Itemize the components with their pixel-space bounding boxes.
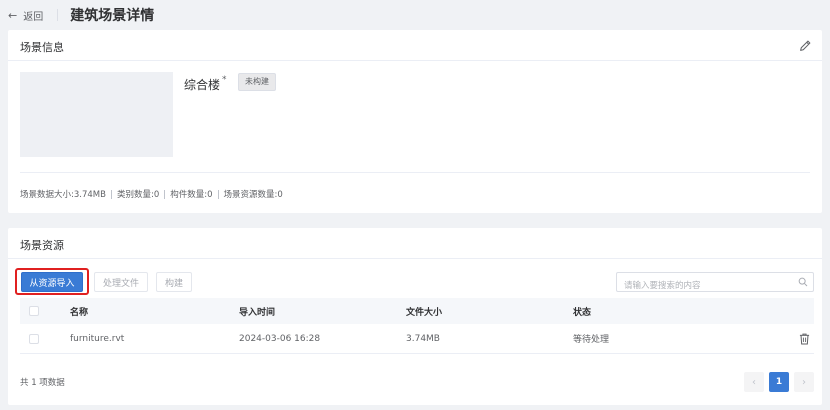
stat-separator: [164, 189, 166, 199]
cell-import-time: 2024-03-06 16:28: [239, 333, 321, 344]
status-badge: 未构建: [238, 73, 276, 91]
page-title: 建筑场景详情: [70, 8, 155, 24]
scene-stats: 场景数据大小:3.74MB 类别数量:0 构件数量:0 场景资源数量:0: [20, 188, 283, 200]
card-divider: [8, 258, 822, 259]
stat-resource-count: 场景资源数量:0: [223, 190, 283, 200]
pagination-page-1[interactable]: 1: [769, 372, 789, 392]
chevron-left-icon: ‹: [752, 376, 756, 388]
header-divider: [57, 9, 59, 21]
stat-separator: [217, 189, 219, 199]
process-file-button[interactable]: 处理文件: [94, 272, 148, 292]
page-header: ← 返回 建筑场景详情: [0, 0, 830, 30]
scene-info-title: 场景信息: [20, 41, 64, 54]
scene-resources-card: 场景资源 从资源导入 处理文件 构建 名称 导入时间 文件大小 状态 furni…: [8, 228, 822, 405]
cell-status: 等待处理: [573, 335, 610, 345]
cell-file-size: 3.74MB: [406, 333, 440, 344]
scene-resources-title: 场景资源: [20, 239, 64, 252]
stat-category-count: 类别数量:0: [116, 190, 160, 200]
page: ← 返回 建筑场景详情 场景信息 综合楼 * 未构建 场景数据大小:3.74MB…: [0, 0, 830, 410]
arrow-left-icon: ←: [8, 8, 18, 22]
search-input[interactable]: [617, 277, 787, 295]
cell-name: furniture.rvt: [70, 333, 125, 344]
scene-name: 综合楼: [184, 78, 221, 92]
resources-table: 名称 导入时间 文件大小 状态 furniture.rvt 2024-03-06…: [20, 298, 814, 354]
required-mark: *: [222, 75, 227, 85]
pagination-next-button[interactable]: ›: [794, 372, 814, 392]
table-row[interactable]: furniture.rvt 2024-03-06 16:28 3.74MB 等待…: [20, 324, 814, 354]
stat-data-size: 场景数据大小:3.74MB: [20, 190, 106, 200]
pagination-prev-button[interactable]: ‹: [744, 372, 764, 392]
info-divider: [20, 172, 810, 173]
search-icon[interactable]: [798, 277, 808, 287]
pencil-icon[interactable]: [799, 39, 812, 52]
select-all-checkbox[interactable]: [29, 306, 39, 316]
build-button[interactable]: 构建: [156, 272, 192, 292]
column-header-status: 状态: [573, 307, 592, 318]
back-label: 返回: [23, 11, 44, 23]
row-checkbox[interactable]: [29, 333, 39, 344]
card-divider: [8, 60, 822, 61]
column-header-name: 名称: [70, 307, 89, 318]
scene-info-card: 场景信息 综合楼 * 未构建 场景数据大小:3.74MB 类别数量:0 构件数量…: [8, 30, 822, 213]
table-header: 名称 导入时间 文件大小 状态: [20, 298, 814, 324]
import-from-resources-button[interactable]: 从资源导入: [21, 272, 83, 292]
column-header-import-time: 导入时间: [239, 307, 276, 318]
total-count: 共 1 项数据: [20, 378, 65, 388]
chevron-right-icon: ›: [802, 376, 806, 388]
trash-icon[interactable]: [799, 333, 810, 345]
column-header-file-size: 文件大小: [406, 307, 443, 318]
stat-component-count: 构件数量:0: [170, 190, 213, 200]
stat-separator: [110, 189, 112, 199]
scene-thumbnail: [20, 72, 173, 157]
search-box: [616, 272, 814, 295]
back-button[interactable]: ← 返回: [8, 8, 43, 23]
